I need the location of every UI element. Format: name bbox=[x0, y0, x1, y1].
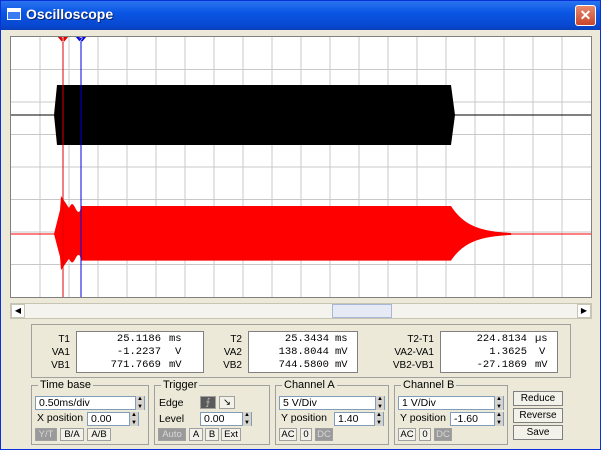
t-diff-label: T2-T1 bbox=[407, 334, 434, 345]
t-diff-unit: µs bbox=[535, 333, 548, 345]
trigger-a-button[interactable]: A bbox=[189, 428, 203, 441]
channel-b-scale-spinner-icon[interactable] bbox=[494, 393, 503, 413]
title-bar[interactable]: Oscilloscope ✕ bbox=[1, 1, 600, 30]
channel-b-group: Channel B 1 V/Div Y position -1.60 AC 0 … bbox=[394, 379, 508, 445]
ba-button[interactable]: B/A bbox=[60, 428, 84, 441]
t2-label: T2 bbox=[230, 334, 242, 345]
trigger-b-button[interactable]: B bbox=[205, 428, 219, 441]
t1-label: T1 bbox=[58, 334, 70, 345]
vb2-label: VB2 bbox=[223, 360, 242, 371]
channel-a-ypos-input[interactable]: 1.40 bbox=[334, 409, 384, 429]
scroll-right-icon[interactable]: ▶ bbox=[577, 304, 591, 318]
channel-b-scale-select[interactable]: 1 V/Div bbox=[398, 393, 504, 413]
vb-diff-unit: mV bbox=[535, 359, 548, 371]
trigger-label: Trigger bbox=[161, 379, 200, 391]
scope-display[interactable]: 12 bbox=[10, 36, 592, 298]
ab-button[interactable]: A/B bbox=[87, 428, 111, 441]
trigger-group: Trigger Edge ⨍ ↘ Level 0.00 Auto A B Ext bbox=[154, 379, 270, 445]
channel-b-ac-button[interactable]: AC bbox=[398, 428, 416, 441]
rising-edge-icon[interactable]: ⨍ bbox=[200, 396, 216, 409]
trace-a-burst bbox=[54, 85, 455, 145]
channel-a-zero-button[interactable]: 0 bbox=[300, 428, 312, 441]
va2-unit: mV bbox=[335, 346, 348, 358]
yt-button[interactable]: Y/T bbox=[35, 428, 57, 441]
channel-a-group: Channel A 5 V/Div Y position 1.40 AC 0 D… bbox=[275, 379, 389, 445]
vb1-label: VB1 bbox=[51, 360, 70, 371]
save-button[interactable]: Save bbox=[513, 425, 563, 440]
va1-value: -1.2237 bbox=[116, 346, 161, 358]
xposition-label: X position bbox=[37, 412, 84, 424]
timebase-group: Time base 0.50ms/div X position 0.00 Y/T… bbox=[31, 379, 149, 445]
auto-button[interactable]: Auto bbox=[158, 428, 186, 441]
channel-b-label: Channel B bbox=[401, 379, 457, 391]
va-diff-unit: V bbox=[539, 346, 546, 358]
vb1-unit: mV bbox=[169, 359, 182, 371]
oscilloscope-window: Oscilloscope ✕ 12 ◀ ▶ T1 VA1 VB1 25.1186… bbox=[0, 0, 601, 450]
vb-diff-value: -27.1869 bbox=[476, 359, 527, 371]
scroll-left-icon[interactable]: ◀ bbox=[11, 304, 25, 318]
channel-b-zero-button[interactable]: 0 bbox=[419, 428, 431, 441]
channel-a-label: Channel A bbox=[282, 379, 337, 391]
timebase-select[interactable]: 0.50ms/div bbox=[35, 393, 145, 413]
t1-labels: T1 VA1 VB1 bbox=[36, 333, 70, 372]
vb2-unit: mV bbox=[335, 359, 348, 371]
reverse-button[interactable]: Reverse bbox=[513, 408, 563, 423]
xposition-input[interactable]: 0.00 bbox=[87, 409, 139, 429]
reduce-button[interactable]: Reduce bbox=[513, 391, 563, 406]
horizontal-scrollbar[interactable]: ◀ ▶ bbox=[10, 303, 592, 319]
t-diff-value: 224.8134 bbox=[476, 333, 527, 345]
t1-value: 25.1186 bbox=[116, 333, 161, 345]
channel-a-scale-spinner-icon[interactable] bbox=[375, 393, 384, 413]
channel-a-ac-button[interactable]: AC bbox=[279, 428, 297, 441]
channel-b-ypos-label: Y position bbox=[400, 412, 446, 424]
diff-values: 224.8134 µs 1.3625 V -27.1869 mV bbox=[440, 331, 558, 373]
trace-b-burst bbox=[54, 196, 511, 271]
cursor-readout-panel: T1 VA1 VB1 25.1186 ms -1.2237 V 771.7669 mV… bbox=[31, 324, 571, 378]
channel-b-dc-button[interactable]: DC bbox=[434, 428, 452, 441]
vb1-value: 771.7669 bbox=[110, 359, 161, 371]
level-input[interactable]: 0.00 bbox=[200, 409, 252, 429]
diff-labels: T2-T1 VA2-VA1 VB2-VB1 bbox=[378, 333, 434, 372]
xposition-spinner-icon[interactable] bbox=[129, 409, 138, 429]
t2-unit: ms bbox=[335, 333, 348, 345]
vb-diff-label: VB2-VB1 bbox=[392, 360, 434, 371]
channel-a-dc-button[interactable]: DC bbox=[315, 428, 333, 441]
channel-a-ypos-label: Y position bbox=[281, 412, 327, 424]
level-label: Level bbox=[159, 413, 185, 425]
scroll-thumb[interactable] bbox=[332, 304, 392, 318]
va2-label: VA2 bbox=[223, 347, 242, 358]
trigger-ext-button[interactable]: Ext bbox=[221, 428, 241, 441]
edge-label: Edge bbox=[159, 397, 184, 409]
channel-b-ypos-spinner-icon[interactable] bbox=[494, 409, 503, 429]
channel-b-ypos-input[interactable]: -1.60 bbox=[450, 409, 504, 429]
timebase-spinner-icon[interactable] bbox=[135, 393, 144, 413]
t1-values: 25.1186 ms -1.2237 V 771.7669 mV bbox=[76, 331, 204, 373]
waveform-plot: 12 bbox=[11, 37, 591, 297]
falling-edge-icon[interactable]: ↘ bbox=[219, 396, 235, 409]
close-button[interactable]: ✕ bbox=[575, 5, 596, 26]
t1-unit: ms bbox=[169, 333, 182, 345]
va1-label: VA1 bbox=[51, 347, 70, 358]
vb2-value: 744.5800 bbox=[278, 359, 329, 371]
va1-unit: V bbox=[175, 346, 182, 358]
timebase-label: Time base bbox=[38, 379, 93, 391]
channel-a-ypos-spinner-icon[interactable] bbox=[374, 409, 383, 429]
t2-labels: T2 VA2 VB2 bbox=[208, 333, 242, 372]
va-diff-value: 1.3625 bbox=[489, 346, 527, 358]
va2-value: 138.8044 bbox=[278, 346, 329, 358]
va-diff-label: VA2-VA1 bbox=[394, 347, 434, 358]
channel-a-scale-select[interactable]: 5 V/Div bbox=[279, 393, 385, 413]
t2-values: 25.3434 ms 138.8044 mV 744.5800 mV bbox=[248, 331, 358, 373]
window-title: Oscilloscope bbox=[26, 6, 114, 22]
window-icon bbox=[7, 8, 21, 20]
cursor-1-label: 1 bbox=[61, 37, 65, 44]
t2-value: 25.3434 bbox=[284, 333, 329, 345]
level-spinner-icon[interactable] bbox=[242, 409, 251, 429]
cursor-2-label: 2 bbox=[79, 37, 83, 44]
